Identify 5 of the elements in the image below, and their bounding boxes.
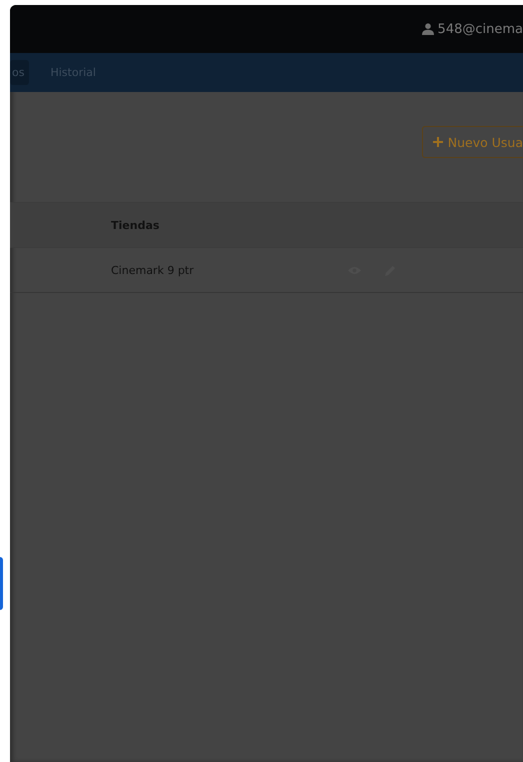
new-user-button[interactable]: Nuevo Usua	[422, 126, 523, 158]
user-icon	[422, 23, 434, 35]
plus-icon	[432, 137, 443, 147]
user-menu[interactable]: 548@cinema	[422, 22, 523, 36]
dialog-button[interactable]	[0, 557, 3, 610]
